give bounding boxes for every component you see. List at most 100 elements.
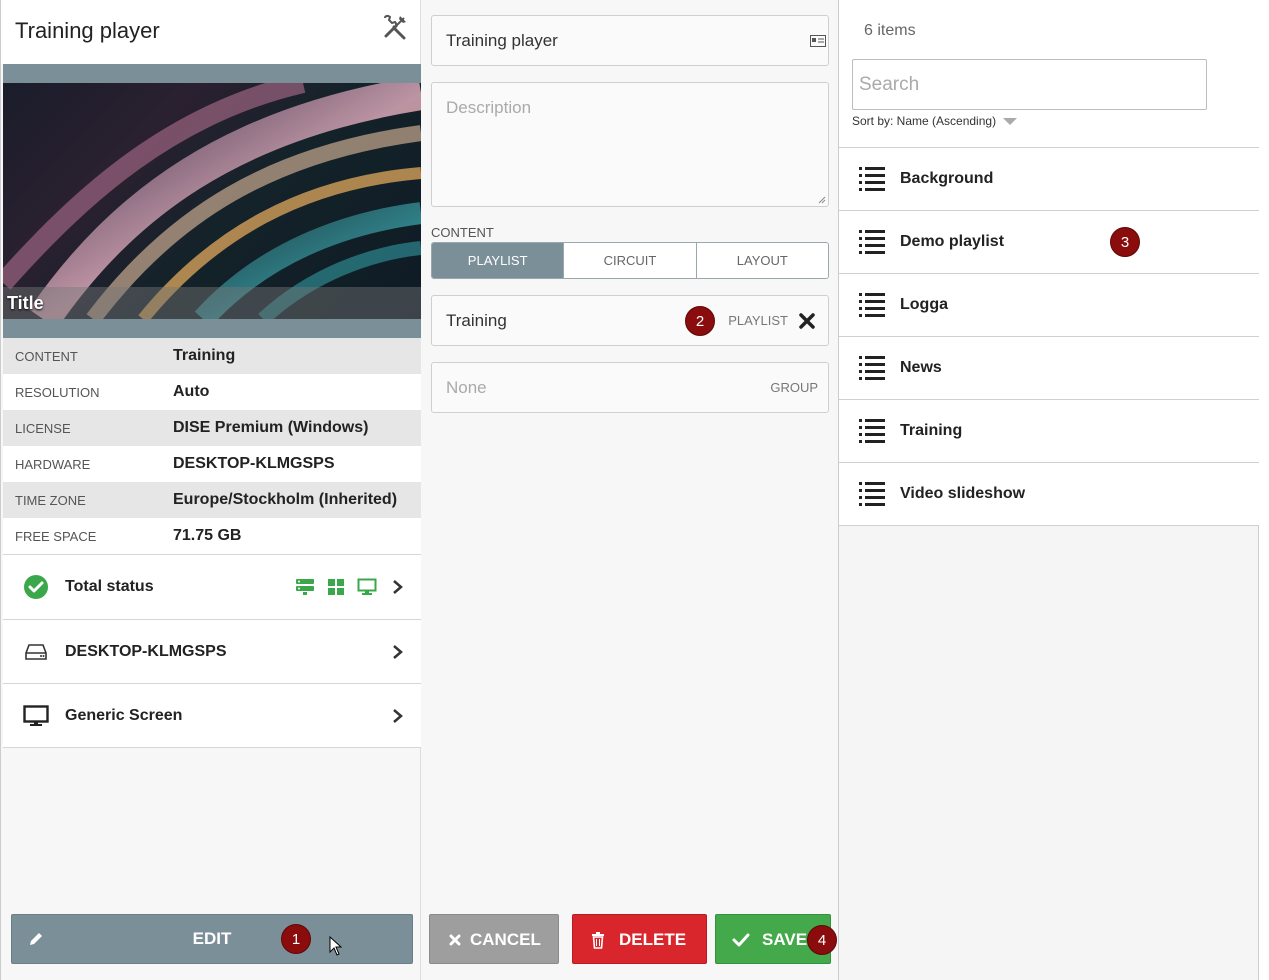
content-type-tabs: PLAYLIST CIRCUIT LAYOUT [431,242,829,279]
trash-icon [592,932,604,949]
preview-caption-text: Title [7,293,44,313]
list-item-name: Video slideshow [900,485,1026,502]
description-placeholder: Description [446,98,532,117]
prop-row-content: CONTENT Training [3,338,421,374]
step-marker-3: 3 [1110,227,1140,257]
preview-image: Title [3,83,421,319]
close-icon [449,934,461,946]
delete-button-label: DELETE [619,930,687,949]
selected-content-field[interactable]: Training PLAYLIST [431,295,829,346]
list-item-name: Demo playlist [900,233,1005,250]
content-picker-panel: 6 items Sort by: Name (Ascending) Backgr… [839,0,1259,980]
list-icon [859,293,885,317]
step-marker-1: 1 [281,924,311,954]
edit-button-label: EDIT [192,929,232,948]
id-card-icon [810,35,826,47]
search-input[interactable] [852,59,1207,110]
prop-row-resolution: RESOLUTION Auto [3,374,421,410]
chevron-right-icon [393,708,403,723]
tools-icon[interactable] [382,14,408,40]
list-item[interactable]: Video slideshow [839,463,1259,526]
hardware-row[interactable]: DESKTOP-KLMGSPS [3,620,421,684]
list-icon [859,482,885,506]
description-field[interactable]: Description [431,82,829,207]
prop-key: RESOLUTION [15,384,100,400]
properties-table: CONTENT Training RESOLUTION Auto LICENSE… [3,338,421,554]
tab-layout[interactable]: LAYOUT [695,243,828,278]
app-root: Training player Title CONTENT Training R… [0,0,1269,980]
hardware-label: DESKTOP-KLMGSPS [65,642,227,660]
picker-toolbar: 6 items Sort by: Name (Ascending) [839,0,1259,148]
prop-key: CONTENT [15,348,78,364]
list-item[interactable]: Training [839,400,1259,463]
sort-dropdown[interactable]: Sort by: Name (Ascending) [852,114,1018,128]
player-edit-panel: Training player Description CONTENT PLAY… [421,0,839,980]
list-item[interactable]: Demo playlist 3 [839,211,1259,274]
edit-button[interactable]: EDIT [11,914,413,964]
list-icon [859,167,885,191]
resize-handle-icon[interactable] [818,196,826,204]
prop-key: FREE SPACE [15,528,97,544]
list-item-name: Training [900,422,963,439]
content-section-label: CONTENT [431,225,494,240]
status-indicators [295,578,377,596]
check-circle-icon [23,574,49,600]
selected-content-type: PLAYLIST [728,313,788,328]
prop-row-hardware: HARDWARE DESKTOP-KLMGSPS [3,446,421,482]
prop-value: DISE Premium (Windows) [173,419,369,436]
screen-row[interactable]: Generic Screen [3,684,421,748]
checkmark-icon [732,933,750,947]
remove-icon[interactable] [798,312,816,330]
list-item-name: Logga [900,296,948,313]
list-icon [859,356,885,380]
prop-value: 71.75 GB [173,527,242,544]
sort-label: Sort by: Name (Ascending) [852,114,997,128]
group-label: GROUP [770,380,818,395]
player-name-field[interactable]: Training player [431,15,829,66]
status-list: Total status DESKTOP-KLMGSPS Generic Scr… [3,554,421,748]
list-item-name: Background [900,170,994,187]
cancel-button[interactable]: CANCEL [429,914,559,964]
prop-value: Europe/Stockholm (Inherited) [173,491,398,508]
save-button-label: SAVE [762,930,808,949]
list-item-name: News [900,359,942,376]
prop-key: LICENSE [15,420,71,436]
tab-playlist[interactable]: PLAYLIST [432,243,564,278]
preview-artwork [3,83,421,319]
prop-key: TIME ZONE [15,492,86,508]
prop-value: Auto [173,383,210,400]
page-title: Training player [15,18,160,43]
prop-value: Training [173,347,236,364]
total-status-label: Total status [65,578,154,595]
player-header: Training player [1,0,420,64]
step-marker-2: 2 [685,306,715,336]
prop-row-license: LICENSE DISE Premium (Windows) [3,410,421,446]
cancel-button-label: CANCEL [470,930,541,949]
player-name-value: Training player [446,31,558,50]
selected-content-name: Training [446,311,507,330]
prop-value: DESKTOP-KLMGSPS [173,455,335,472]
monitor-icon [23,703,49,729]
list-item[interactable]: Background [839,148,1259,211]
list-icon [859,230,885,254]
delete-button[interactable]: DELETE [572,914,707,964]
total-status-row[interactable]: Total status [3,554,421,620]
screen-label: Generic Screen [65,706,183,724]
list-icon [859,419,885,443]
list-item[interactable]: Logga [839,274,1259,337]
prop-row-free-space: FREE SPACE 71.75 GB [3,518,421,554]
hard-drive-icon [23,639,49,665]
pencil-icon [30,933,42,945]
layout-status-icon [328,579,344,595]
content-preview[interactable]: Title [3,64,421,338]
step-marker-4: 4 [807,925,837,955]
network-status-icon [296,579,314,595]
group-field[interactable]: None GROUP [431,362,829,413]
chevron-right-icon [393,644,403,659]
list-item[interactable]: News [839,337,1259,400]
tab-circuit[interactable]: CIRCUIT [563,243,696,278]
mouse-cursor-icon [329,936,343,956]
preview-caption: Title [3,287,421,319]
prop-row-time-zone: TIME ZONE Europe/Stockholm (Inherited) [3,482,421,518]
chevron-right-icon [393,580,403,594]
